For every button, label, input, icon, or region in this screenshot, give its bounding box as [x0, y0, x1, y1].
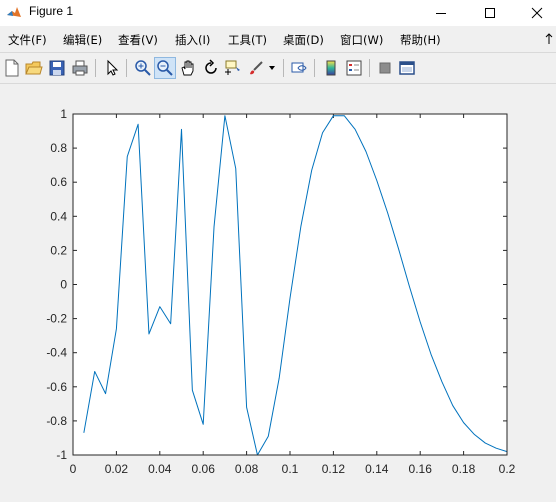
menu-view[interactable]: 查看(V)	[118, 32, 158, 48]
zoom-out-button[interactable]	[154, 57, 176, 79]
menu-help[interactable]: 帮助(H)	[400, 32, 441, 48]
y-tick-label: 0.8	[50, 141, 67, 155]
x-tick-label: 0.12	[322, 462, 346, 476]
line-chart[interactable]: 0 0.02 0.04 0.06 0.08 0.1 0.12 0.14 0.16 0.18 0.2 -…	[0, 84, 556, 502]
x-tick-label: 0.1	[282, 462, 299, 476]
window-title: Figure 1	[29, 4, 74, 18]
menu-insert[interactable]: 插入(I)	[175, 32, 210, 48]
open-file-button[interactable]	[23, 57, 45, 79]
menu-bar: 文件(F) 编辑(E) 查看(V) 插入(I) 工具(T) 桌面(D) 窗口(W…	[0, 28, 556, 50]
select-button[interactable]	[101, 57, 123, 79]
toolbar-separator	[283, 59, 284, 77]
link-plot-button[interactable]	[288, 57, 310, 79]
y-tick-label: 1	[60, 107, 67, 121]
x-tick-label: 0.16	[409, 462, 433, 476]
zoom-in-button[interactable]	[132, 57, 154, 79]
save-button[interactable]	[46, 57, 68, 79]
print-icon	[72, 60, 88, 76]
brush-icon	[250, 61, 263, 75]
toolbar-separator	[369, 59, 370, 77]
print-button[interactable]	[69, 57, 91, 79]
open-file-icon	[25, 61, 43, 75]
y-tick-label: -0.4	[46, 346, 67, 360]
x-tick-label: 0.14	[365, 462, 389, 476]
zoom-in-icon	[135, 60, 151, 76]
menu-tools[interactable]: 工具(T)	[228, 32, 267, 48]
rotate-3d-button[interactable]	[200, 57, 222, 79]
menu-window[interactable]: 窗口(W)	[340, 32, 383, 48]
pan-button[interactable]	[177, 57, 199, 79]
x-tick-label: 0.04	[148, 462, 172, 476]
x-tick-label: 0.08	[235, 462, 259, 476]
y-tick-label: -0.6	[46, 380, 67, 394]
link-plot-icon	[291, 62, 307, 73]
select-arrow-icon	[107, 59, 119, 76]
y-tick-label: -0.2	[46, 312, 67, 326]
menu-overflow-icon[interactable]	[544, 33, 554, 45]
minimize-button[interactable]	[418, 0, 464, 26]
menu-edit[interactable]: 编辑(E)	[63, 32, 102, 48]
toolbar-separator	[314, 59, 315, 77]
y-tick-label: -1	[56, 448, 67, 462]
axes-background[interactable]	[73, 114, 507, 455]
new-figure-icon	[5, 59, 19, 77]
toolbar-separator	[126, 59, 127, 77]
hide-plot-tools-icon	[379, 62, 391, 74]
x-tick-label: 0.18	[452, 462, 476, 476]
title-bar[interactable]: Figure 1	[0, 0, 556, 26]
matlab-logo-icon	[7, 7, 21, 17]
maximize-icon	[485, 8, 495, 18]
y-tick-label: 0.2	[50, 243, 67, 257]
x-tick-label: 0.02	[105, 462, 129, 476]
figure-canvas[interactable]: 0 0.02 0.04 0.06 0.08 0.1 0.12 0.14 0.16 0.18 0.2 -…	[0, 84, 556, 502]
save-icon	[49, 60, 65, 76]
pan-hand-icon	[181, 60, 194, 76]
new-figure-button[interactable]	[1, 57, 23, 79]
hide-plot-tools-button[interactable]	[374, 57, 396, 79]
x-tick-label: 0.2	[499, 462, 516, 476]
maximize-button[interactable]	[467, 0, 513, 26]
close-icon	[531, 7, 543, 19]
show-plot-tools-icon	[399, 61, 415, 75]
y-tick-label: 0	[60, 278, 67, 292]
figure-toolbar	[0, 52, 556, 84]
menu-file[interactable]: 文件(F)	[8, 32, 47, 48]
close-button[interactable]	[514, 0, 556, 26]
dropdown-arrow-icon	[269, 66, 275, 70]
figure-window: Figure 1 文件(F) 编辑(E) 查看(V) 插入(I) 工具(T) 桌…	[0, 0, 556, 502]
x-tick-label: 0	[70, 462, 77, 476]
legend-button[interactable]	[343, 57, 365, 79]
y-tick-label: 0.6	[50, 175, 67, 189]
minimize-icon	[436, 13, 446, 14]
colorbar-icon	[326, 60, 336, 76]
rotate-3d-icon	[205, 59, 217, 74]
brush-button[interactable]	[245, 57, 267, 79]
y-tick-label: -0.8	[46, 414, 67, 428]
toolbar-separator	[95, 59, 96, 77]
zoom-out-icon	[157, 60, 173, 76]
x-tick-label: 0.06	[192, 462, 216, 476]
colorbar-button[interactable]	[320, 57, 342, 79]
y-tick-label: 0.4	[50, 209, 67, 223]
show-plot-tools-button[interactable]	[396, 57, 418, 79]
brush-dropdown-button[interactable]	[266, 57, 278, 79]
menu-desktop[interactable]: 桌面(D)	[283, 32, 324, 48]
data-cursor-icon	[225, 60, 240, 75]
data-cursor-button[interactable]	[222, 57, 244, 79]
legend-icon	[346, 60, 362, 76]
